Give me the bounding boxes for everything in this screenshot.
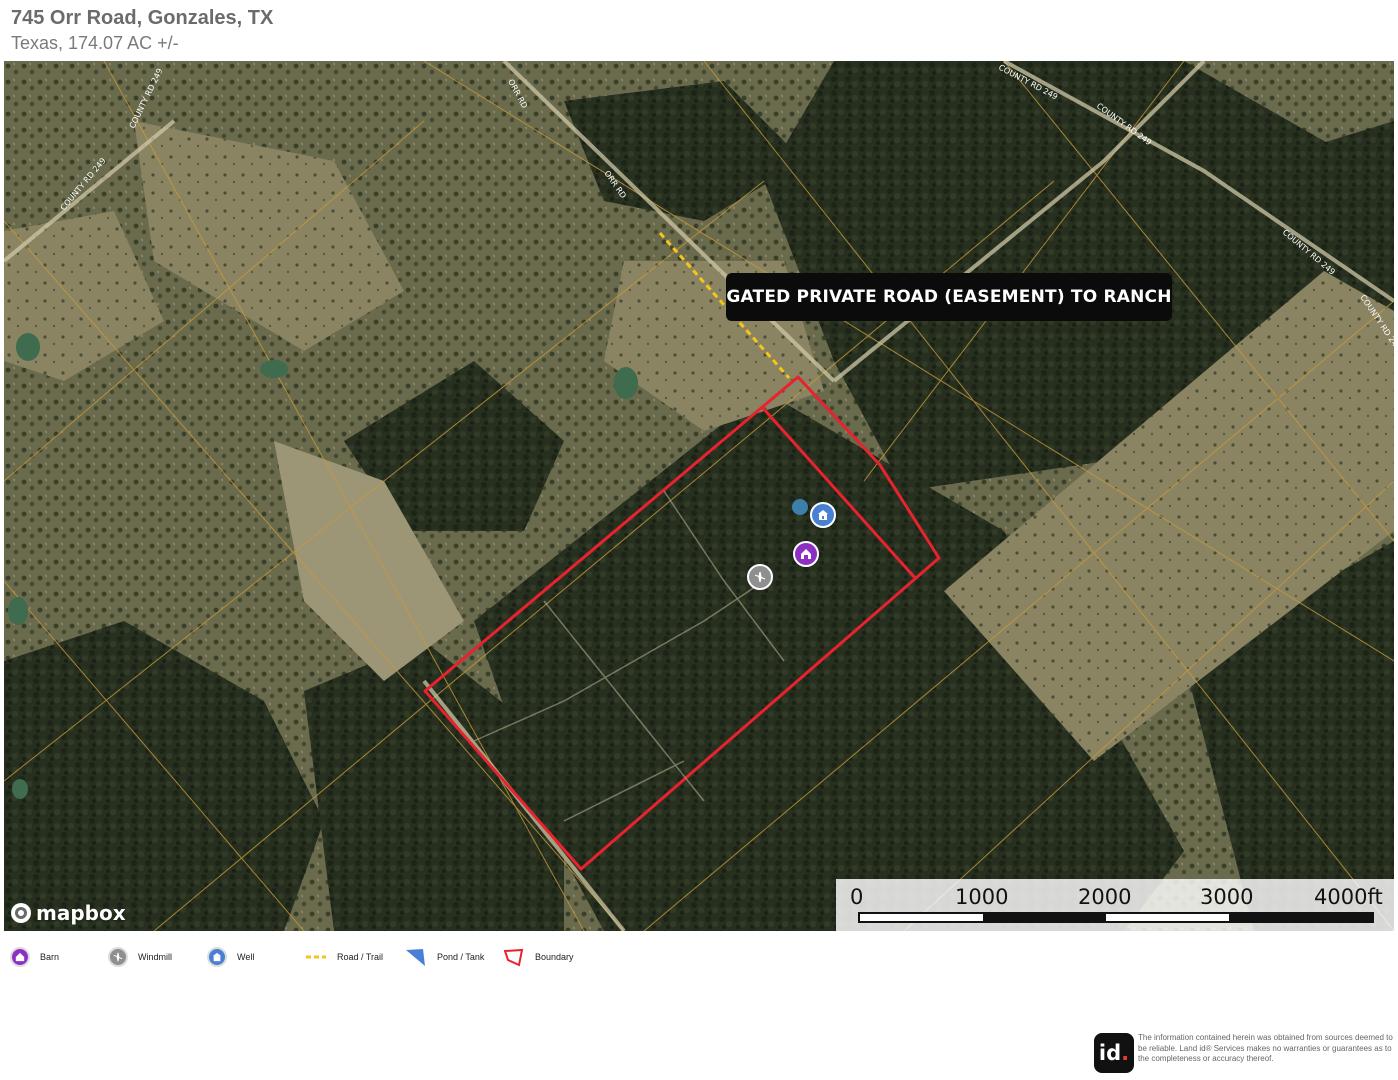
- disclaimer-text: The information contained herein was obt…: [1138, 1033, 1393, 1063]
- well-icon: [818, 510, 828, 520]
- windmill-icon: [754, 571, 766, 583]
- private-road-callout: GATED PRIVATE ROAD (EASEMENT) TO RANCH: [726, 273, 1172, 321]
- legend-item-boundary: Boundary: [503, 947, 574, 967]
- boundary-icon: [503, 948, 524, 967]
- map-legend: Barn Windmill Well Road / Trail Pond / T…: [0, 947, 1398, 973]
- scale-label-3000: 3000: [1200, 885, 1254, 909]
- legend-item-well: Well: [207, 947, 254, 967]
- legend-label: Road / Trail: [337, 952, 384, 962]
- mapbox-wordmark: mapbox: [36, 901, 126, 925]
- scale-track: [858, 912, 1374, 923]
- legend-label: Pond / Tank: [437, 952, 485, 962]
- scale-label-1000: 1000: [955, 885, 1009, 909]
- landid-logo: id.: [1094, 1033, 1134, 1073]
- windmill-marker[interactable]: [747, 564, 773, 590]
- mapbox-attribution[interactable]: mapbox: [10, 901, 126, 925]
- mapbox-logo-icon: [11, 903, 31, 923]
- legend-item-road-trail: Road / Trail: [305, 947, 383, 967]
- well-marker[interactable]: [810, 502, 836, 528]
- well-icon: [207, 947, 227, 967]
- scale-label-2000: 2000: [1078, 885, 1132, 909]
- barn-marker[interactable]: [793, 541, 819, 567]
- trail-icon: [306, 955, 326, 959]
- logo-text: id: [1098, 1041, 1122, 1065]
- pond-icon: [406, 949, 425, 966]
- scale-segment: [1229, 914, 1372, 921]
- barn-icon: [801, 549, 811, 559]
- satellite-map[interactable]: ORR RD ORR RD COUNTY RD 249 COUNTY RD 24…: [4, 61, 1394, 931]
- scale-label-4000: 4000ft: [1314, 885, 1383, 909]
- logo-dot: .: [1121, 1041, 1130, 1065]
- page-title: 745 Orr Road, Gonzales, TX: [11, 7, 274, 29]
- map-canvas: ORR RD ORR RD COUNTY RD 249 COUNTY RD 24…: [4, 61, 1394, 931]
- legend-label: Windmill: [138, 952, 173, 962]
- barn-icon: [10, 947, 30, 967]
- legend-item-barn: Barn: [10, 947, 59, 967]
- windmill-icon: [108, 947, 128, 967]
- legend-label: Boundary: [535, 952, 574, 962]
- legend-label: Barn: [40, 952, 60, 962]
- scale-bar: 0 1000 2000 3000 4000ft: [836, 879, 1394, 931]
- scale-label-0: 0: [850, 885, 864, 909]
- legend-label: Well: [237, 952, 255, 962]
- legend-item-windmill: Windmill: [108, 947, 172, 967]
- scale-segment: [983, 914, 1106, 921]
- legend-item-pond-tank: Pond / Tank: [405, 947, 484, 967]
- page-subtitle: Texas, 174.07 AC +/-: [11, 33, 179, 53]
